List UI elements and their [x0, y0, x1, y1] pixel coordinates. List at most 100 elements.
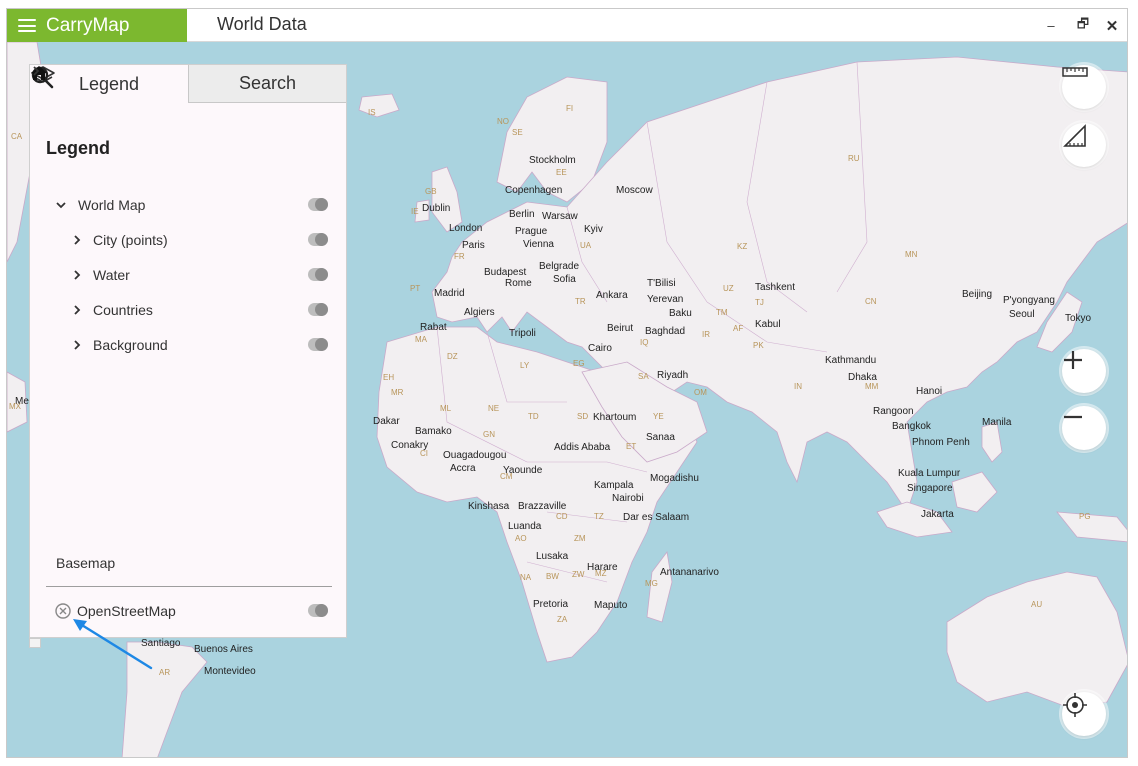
map-label-country: TD — [528, 412, 539, 421]
map-label-country: RU — [848, 154, 860, 163]
tab-search[interactable]: Search — [31, 65, 346, 103]
map-label-country: DZ — [447, 352, 458, 361]
map-label-city: Prague — [515, 226, 548, 237]
basemap-label[interactable]: Basemap — [56, 555, 115, 571]
chevron-right-icon[interactable] — [71, 304, 83, 316]
map-label-country: AO — [515, 534, 527, 543]
map-label-country: NA — [520, 573, 532, 582]
map-label-city: Kabul — [755, 319, 781, 330]
close-button[interactable]: ✕ — [1098, 9, 1126, 42]
map-label-city: Phnom Penh — [912, 437, 970, 448]
layer-label: Background — [93, 337, 168, 353]
map-label-country: KZ — [737, 242, 748, 251]
map-label-country: GN — [483, 430, 495, 439]
panel-tabs: Legend Search — [30, 65, 346, 103]
map-label-country: FR — [454, 252, 465, 261]
panel-scroll-handle[interactable] — [29, 638, 41, 648]
layer-visibility-toggle[interactable] — [308, 233, 328, 246]
map-label-city: Addis Ababa — [554, 442, 611, 453]
layer-label: World Map — [78, 197, 146, 213]
map-label-country: ET — [626, 442, 637, 451]
layer-visibility-toggle[interactable] — [308, 198, 328, 211]
map-label-country: IR — [702, 330, 710, 339]
map-label-country: AU — [1031, 600, 1043, 609]
map-label-city: Kyiv — [584, 224, 603, 235]
minimize-button[interactable]: – — [1037, 9, 1065, 42]
layer-row-background[interactable]: Background — [30, 333, 346, 357]
map-label-country: EG — [573, 359, 585, 368]
chevron-right-icon[interactable] — [71, 339, 83, 351]
map-label-country: MX — [9, 402, 21, 411]
map-label-country: IN — [794, 382, 802, 391]
map-view[interactable]: Stockholm Copenhagen Moscow Dublin Berli… — [7, 42, 1127, 757]
map-label-city: Rangoon — [873, 406, 914, 417]
brand-bar: CarryMap — [7, 9, 187, 42]
map-label-city: Maputo — [594, 600, 628, 611]
map-label-country: ZW — [572, 570, 585, 579]
layer-row-world-map[interactable]: World Map — [30, 193, 346, 217]
layer-row-countries[interactable]: Countries — [30, 298, 346, 322]
map-label-city: Ouagadougou — [443, 450, 507, 461]
layer-row-city-points[interactable]: City (points) — [30, 228, 346, 252]
map-label-country: OM — [694, 388, 707, 397]
map-label-city: Dakar — [373, 416, 400, 427]
map-label-city: Budapest — [484, 267, 527, 278]
map-label-country: CA — [11, 132, 23, 141]
map-label-city: Madrid — [434, 288, 465, 299]
basemap-visibility-toggle[interactable] — [308, 604, 328, 617]
map-label-city: P'yongyang — [1003, 295, 1055, 306]
layer-visibility-toggle[interactable] — [308, 303, 328, 316]
chevron-right-icon[interactable] — [30, 65, 42, 77]
map-label-country: MG — [645, 579, 658, 588]
map-label-city: Tripoli — [509, 328, 536, 339]
map-label-city: Riyadh — [657, 370, 689, 381]
map-label-city: Beirut — [607, 323, 634, 334]
plus-icon — [1064, 351, 1082, 369]
layer-visibility-toggle[interactable] — [308, 268, 328, 281]
tab-search-label: Search — [238, 73, 297, 93]
minus-icon — [1064, 415, 1082, 419]
map-label-country: EE — [556, 168, 567, 177]
document-title: World Data — [217, 14, 307, 34]
hamburger-menu-icon[interactable] — [18, 19, 36, 32]
map-label-city: Baku — [669, 308, 692, 319]
map-label-country: UA — [580, 241, 592, 250]
map-label-country: EH — [383, 373, 395, 382]
restore-button[interactable]: 🗗 — [1069, 9, 1097, 42]
map-label-city: Nairobi — [612, 493, 644, 504]
map-label-city: Vienna — [523, 239, 554, 250]
map-label-city: Lusaka — [536, 551, 569, 562]
map-label-city: Copenhagen — [505, 185, 563, 196]
measure-area-button[interactable] — [1062, 123, 1106, 167]
map-label-country: IE — [411, 207, 419, 216]
chevron-right-icon[interactable] — [71, 269, 83, 281]
map-label-city: Kampala — [594, 480, 634, 491]
annotation-arrow-icon — [73, 619, 153, 670]
map-label-city: Moscow — [616, 185, 653, 196]
map-label-country: SD — [577, 412, 589, 421]
map-label-country: CI — [420, 449, 428, 458]
chevron-right-icon[interactable] — [71, 234, 83, 246]
zoom-in-button[interactable] — [1062, 349, 1106, 393]
map-label-country: CD — [556, 512, 568, 521]
map-label-country: NE — [488, 404, 500, 413]
layer-row-water[interactable]: Water — [30, 263, 346, 287]
map-label-country: FI — [566, 104, 574, 113]
layer-label: City (points) — [93, 232, 168, 248]
map-label-country: TJ — [755, 298, 764, 307]
map-label-country: ML — [440, 404, 452, 413]
chevron-down-icon[interactable] — [55, 199, 67, 211]
map-label-city: Accra — [450, 463, 476, 474]
map-label-country: IQ — [640, 338, 649, 347]
tab-legend-label: Legend — [78, 73, 140, 94]
map-label-city: Yerevan — [647, 294, 684, 305]
layer-visibility-toggle[interactable] — [308, 338, 328, 351]
map-label-country: AF — [733, 324, 744, 333]
map-label-city: Jakarta — [921, 509, 954, 520]
measure-distance-button[interactable] — [1062, 65, 1106, 109]
map-label-country: BW — [546, 572, 559, 581]
zoom-out-button[interactable] — [1062, 406, 1106, 450]
map-label-city: Algiers — [464, 307, 495, 318]
my-location-button[interactable] — [1062, 692, 1106, 736]
legend-heading: Legend — [46, 138, 111, 158]
